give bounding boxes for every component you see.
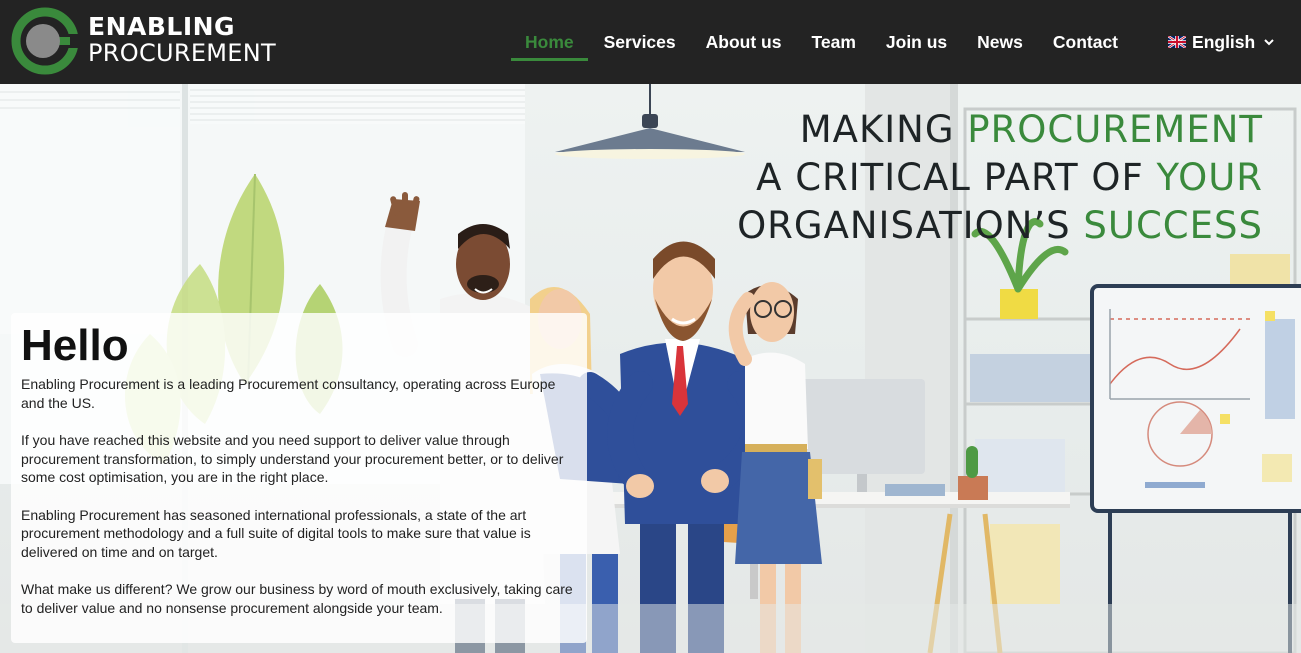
language-selector[interactable]: English bbox=[1153, 0, 1290, 84]
nav-item-join-us[interactable]: Join us bbox=[871, 0, 962, 84]
headline-3-green: SUCCESS bbox=[1083, 204, 1263, 247]
headline-2-green: YOUR bbox=[1156, 156, 1263, 199]
hello-paragraph-2: If you have reached this website and you… bbox=[21, 432, 564, 485]
nav-item-contact[interactable]: Contact bbox=[1038, 0, 1133, 84]
hello-paragraph-3: Enabling Procurement has seasoned intern… bbox=[21, 506, 531, 560]
headline-line-2: A CRITICAL PART OF YOUR bbox=[737, 154, 1263, 202]
uk-flag-icon bbox=[1168, 36, 1187, 48]
language-label: English bbox=[1192, 31, 1256, 52]
hello-card: Hello Enabling Procurement is a leading … bbox=[11, 313, 587, 643]
logo-wordmark: ENABLING PROCUREMENT bbox=[88, 14, 276, 65]
hello-paragraph-1: Enabling Procurement is a leading Procur… bbox=[21, 376, 556, 411]
character-woman-glasses bbox=[728, 282, 822, 653]
nav-item-team[interactable]: Team bbox=[796, 0, 870, 84]
hero-section: MAKING PROCUREMENT A CRITICAL PART OF YO… bbox=[0, 84, 1301, 653]
nav-item-services[interactable]: Services bbox=[589, 0, 691, 84]
logo-line-enabling: ENABLING bbox=[88, 12, 236, 41]
hello-title: Hello bbox=[21, 321, 129, 370]
nav-item-about-us[interactable]: About us bbox=[691, 0, 797, 84]
brand-logo[interactable]: ENABLING PROCUREMENT bbox=[10, 6, 310, 78]
headline-3-dark: ORGANISATION’S bbox=[737, 204, 1084, 247]
headline-2-dark: A CRITICAL PART OF bbox=[756, 156, 1157, 199]
hello-paragraph-4: What make us different? We grow our busi… bbox=[21, 581, 573, 616]
top-navbar: ENABLING PROCUREMENT Home Services About… bbox=[0, 0, 1301, 84]
headline-line-3: ORGANISATION’S SUCCESS bbox=[737, 202, 1263, 250]
logo-mark-icon bbox=[11, 7, 80, 75]
chevron-down-icon bbox=[1264, 39, 1274, 46]
nav-item-home[interactable]: Home bbox=[510, 0, 589, 84]
main-nav: Home Services About us Team Join us News… bbox=[510, 0, 1290, 84]
headline-line-1: MAKING PROCUREMENT bbox=[737, 106, 1263, 154]
nav-item-news[interactable]: News bbox=[962, 0, 1038, 84]
headline-1-green: PROCUREMENT bbox=[967, 108, 1263, 151]
logo-line-procurement: PROCUREMENT bbox=[88, 39, 276, 67]
hero-headline: MAKING PROCUREMENT A CRITICAL PART OF YO… bbox=[737, 106, 1263, 250]
headline-1-dark: MAKING bbox=[799, 108, 968, 151]
